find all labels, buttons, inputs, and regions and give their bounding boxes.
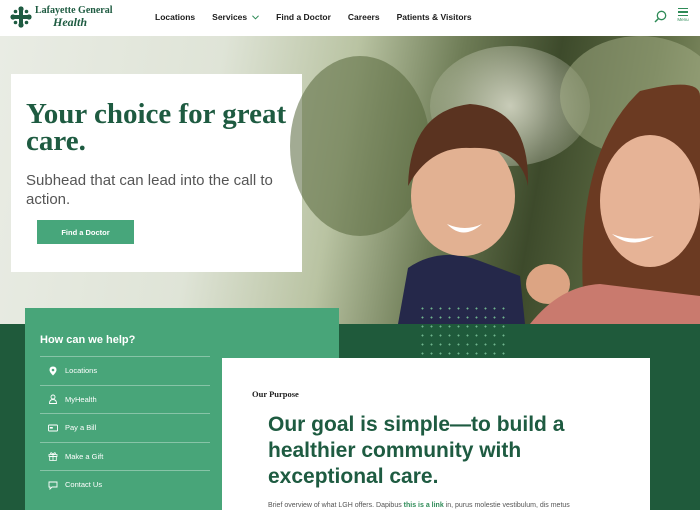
hamburger-icon	[678, 8, 688, 16]
main-nav: Locations Services Find a Doctor Careers…	[155, 12, 489, 22]
chevron-down-icon	[252, 14, 260, 19]
nav-find-a-doctor[interactable]: Find a Doctor	[276, 12, 331, 22]
purpose-card: Our Purpose Our goal is simple—to build …	[222, 358, 650, 510]
hero-photo	[290, 36, 700, 324]
help-list: Locations MyHealth Pay a Bill Make a Gif…	[40, 356, 210, 499]
site-header: Lafayette General Health Locations Servi…	[0, 0, 700, 36]
help-item-pay-a-bill[interactable]: Pay a Bill	[40, 413, 210, 442]
menu-button[interactable]: Menu	[676, 8, 690, 22]
nav-services-label: Services	[212, 12, 248, 22]
search-icon[interactable]	[654, 10, 667, 23]
purpose-heading: Our goal is simple—to build a healthier …	[268, 413, 565, 488]
help-item-label: Make a Gift	[65, 451, 104, 461]
help-item-locations[interactable]: Locations	[40, 356, 210, 385]
logo-cross-icon	[10, 6, 32, 28]
purpose-link[interactable]: this is a link	[404, 502, 444, 509]
help-item-label: Locations	[65, 366, 98, 376]
help-item-label: MyHealth	[65, 394, 97, 404]
purpose-body: Brief overview of what LGH offers. Dapib…	[268, 502, 570, 509]
help-item-label: Contact Us	[65, 480, 103, 490]
map-pin-icon	[49, 366, 57, 376]
nav-patients-visitors[interactable]: Patients & Visitors	[397, 12, 472, 22]
nav-services[interactable]: Services	[212, 12, 260, 22]
hero-section: Your choice for great care. Subhead that…	[0, 36, 700, 324]
credit-card-icon	[48, 424, 58, 432]
dot-pattern	[418, 304, 508, 360]
logo[interactable]: Lafayette General Health	[10, 6, 112, 28]
nav-careers[interactable]: Careers	[348, 12, 380, 22]
purpose-body-text: Brief overview of what LGH offers. Dapib…	[268, 502, 404, 509]
help-title: How can we help?	[40, 334, 136, 346]
person-icon	[49, 394, 57, 405]
help-item-contact-us[interactable]: Contact Us	[40, 470, 210, 499]
purpose-body-text-end: in, purus molestie vestibulum, dis metus	[443, 502, 570, 509]
purpose-label: Our Purpose	[252, 389, 299, 399]
help-item-myhealth[interactable]: MyHealth	[40, 384, 210, 414]
chat-icon	[48, 481, 58, 490]
gift-icon	[48, 452, 58, 462]
logo-name-line2: Health	[53, 15, 88, 29]
help-item-label: Pay a Bill	[65, 423, 97, 433]
nav-locations[interactable]: Locations	[155, 12, 195, 22]
help-item-make-a-gift[interactable]: Make a Gift	[40, 441, 210, 471]
menu-label: Menu	[677, 16, 689, 22]
